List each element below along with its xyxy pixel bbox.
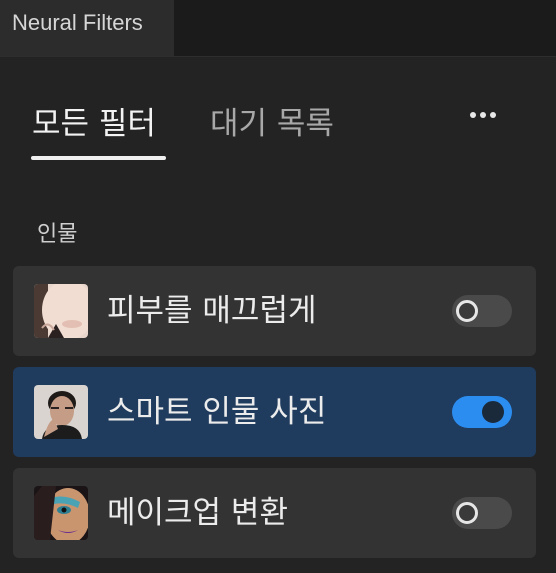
filter-item-smart-portrait[interactable]: 스마트 인물 사진	[13, 367, 536, 457]
panel-title-tab[interactable]: Neural Filters	[0, 0, 174, 56]
makeup-face-thumbnail	[34, 486, 88, 540]
filter-label: 메이크업 변환	[107, 495, 288, 531]
toggle-knob	[456, 300, 478, 322]
more-horizontal-icon	[480, 112, 486, 118]
tab-all-filters[interactable]: 모든 필터	[32, 102, 156, 146]
filter-toggle[interactable]	[452, 497, 512, 529]
portrait-man-thumbnail	[34, 385, 88, 439]
panel-header: Neural Filters	[0, 0, 556, 57]
filter-toggle[interactable]	[452, 396, 512, 428]
toggle-knob	[482, 401, 504, 423]
section-label-portrait: 인물	[37, 222, 78, 247]
filter-label: 스마트 인물 사진	[107, 394, 327, 430]
tab-wait-list[interactable]: 대기 목록	[210, 102, 334, 146]
filter-item-makeup-transfer[interactable]: 메이크업 변환	[13, 468, 536, 558]
more-horizontal-icon	[490, 112, 496, 118]
toggle-knob	[456, 502, 478, 524]
skin-face-thumbnail	[34, 284, 88, 338]
active-tab-indicator	[31, 156, 166, 160]
filter-label: 피부를 매끄럽게	[107, 293, 317, 329]
more-horizontal-icon	[470, 112, 476, 118]
neural-filters-panel: Neural Filters 모든 필터 대기 목록 인물 피부를 매끄럽게 스…	[0, 0, 556, 573]
more-options-button[interactable]	[462, 100, 504, 130]
filter-item-skin-smoothing[interactable]: 피부를 매끄럽게	[13, 266, 536, 356]
filter-toggle[interactable]	[452, 295, 512, 327]
